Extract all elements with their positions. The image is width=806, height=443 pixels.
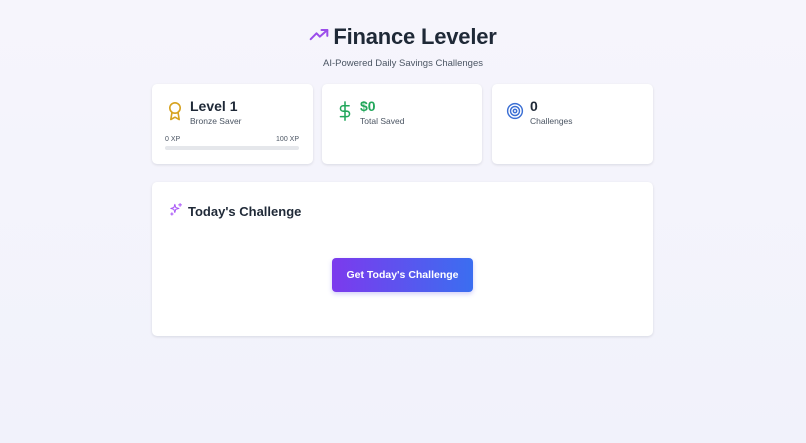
level-card: Level 1 Bronze Saver 0 XP 100 XP (152, 84, 313, 164)
todays-challenge-card: Today's Challenge Get Today's Challenge (152, 182, 653, 336)
app-header: Finance Leveler AI-Powered Daily Savings… (0, 24, 806, 69)
award-icon (166, 100, 184, 122)
xp-progress-bar (165, 146, 299, 150)
saved-text: $0 Total Saved (360, 98, 404, 126)
level-value: Level 1 (190, 98, 238, 114)
challenges-text: 0 Challenges (530, 98, 573, 126)
xp-min-label: 0 XP (165, 136, 181, 143)
app-page: Finance Leveler AI-Powered Daily Savings… (0, 0, 806, 443)
target-icon (506, 100, 524, 122)
level-text: Level 1 Bronze Saver (190, 98, 242, 126)
challenge-title: Today's Challenge (188, 204, 302, 219)
total-saved-card: $0 Total Saved (322, 84, 482, 164)
total-saved-label: Total Saved (360, 116, 405, 126)
challenge-header: Today's Challenge (169, 202, 301, 221)
xp-labels: 0 XP 100 XP (165, 136, 299, 143)
title-row: Finance Leveler (0, 24, 806, 50)
sparkles-icon (169, 202, 183, 221)
level-rank-label: Bronze Saver (190, 116, 242, 126)
app-title: Finance Leveler (333, 24, 497, 49)
challenges-label: Challenges (530, 116, 573, 126)
get-todays-challenge-button[interactable]: Get Today's Challenge (332, 258, 473, 292)
trending-up-icon (309, 25, 329, 50)
xp-max-label: 100 XP (276, 136, 299, 143)
dollar-sign-icon (336, 100, 354, 122)
challenges-count: 0 (530, 98, 538, 114)
app-subtitle: AI-Powered Daily Savings Challenges (323, 58, 483, 69)
challenges-card: 0 Challenges (492, 84, 653, 164)
total-saved-value: $0 (360, 98, 376, 114)
